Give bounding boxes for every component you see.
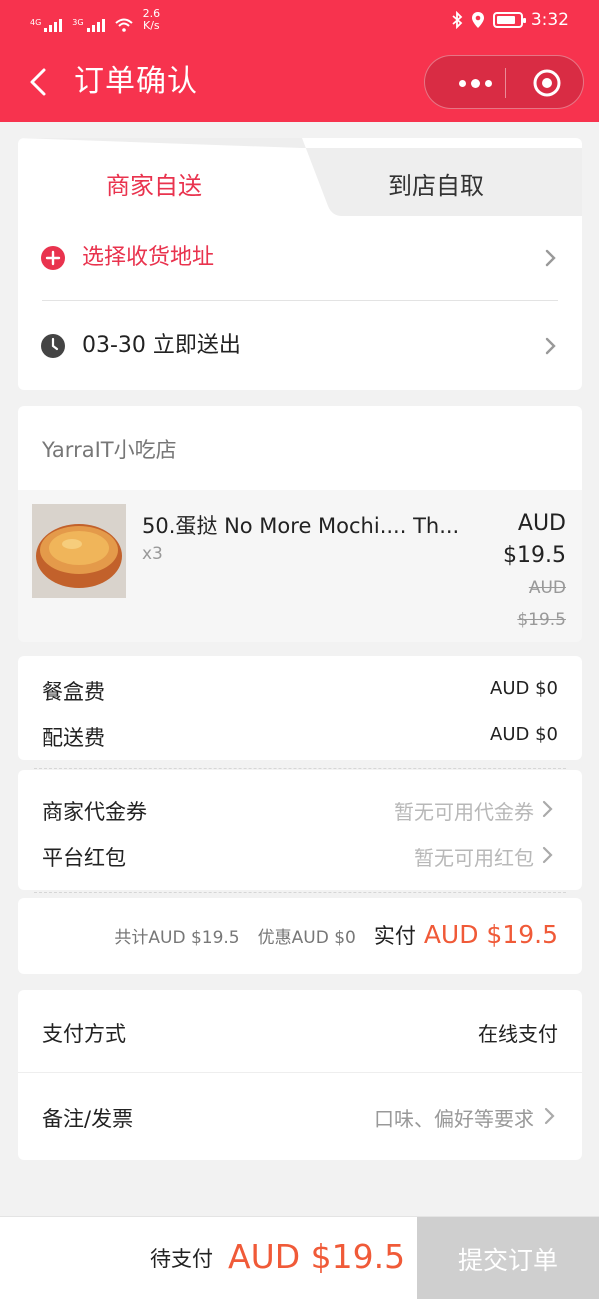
mini-program-capsule: [424, 55, 584, 109]
clock: 3:32: [530, 10, 569, 30]
totals-card: 共计AUD $19.5 优惠AUD $0 实付 AUD $19.5: [18, 898, 582, 974]
shop-card: YarraIT小吃店: [18, 406, 582, 490]
delivery-card: 商家自送 到店自取 选择收货地址 03-30 立即送出: [18, 138, 582, 390]
back-button[interactable]: [24, 64, 54, 100]
payment-method-value: 在线支付: [478, 1022, 558, 1046]
bluetooth-icon: [452, 11, 463, 29]
discount: 优惠AUD $0: [257, 928, 356, 948]
dashed-divider: [34, 768, 566, 769]
header: 4G 3G 2.6 K/s 3:32 订单确认: [0, 0, 599, 122]
shop-name: YarraIT小吃店: [42, 438, 177, 462]
pending-amount: AUD $19.5: [228, 1237, 406, 1276]
chevron-right-icon: [542, 846, 553, 864]
sim2-label: 3G: [72, 18, 84, 27]
platform-redpacket-row[interactable]: 平台红包 暂无可用红包: [42, 842, 558, 872]
total-line: 共计AUD $19.5 优惠AUD $0 实付 AUD $19.5: [114, 920, 558, 950]
nav-bar: 订单确认: [0, 52, 599, 112]
product-thumbnail: [32, 504, 126, 598]
merchant-coupon-label: 商家代金券: [42, 800, 147, 824]
box-fee-row: 餐盒费 AUD $0: [42, 676, 558, 706]
original-price-value: $19.5: [517, 610, 566, 630]
merchant-coupon-value: 暂无可用代金券: [394, 800, 534, 824]
payment-method-row[interactable]: 支付方式 在线支付: [18, 990, 582, 1072]
tab-pickup-label: 到店自取: [388, 172, 484, 200]
delivery-time-label: 03-30 立即送出: [82, 333, 241, 358]
submit-order-button[interactable]: 提交订单: [417, 1217, 599, 1299]
chevron-right-icon: [545, 249, 556, 267]
subtotal: 共计AUD $19.5: [114, 928, 240, 948]
fees-card: 餐盒费 AUD $0 配送费 AUD $0: [18, 656, 582, 760]
chevron-right-icon: [545, 337, 556, 355]
pending-label: 待支付: [150, 1247, 213, 1271]
product-quantity: x3: [142, 544, 163, 564]
capsule-divider: [505, 68, 506, 98]
page-title: 订单确认: [74, 64, 198, 99]
status-bar: 4G 3G 2.6 K/s 3:32: [0, 0, 599, 42]
merchant-coupon-row[interactable]: 商家代金券 暂无可用代金券: [42, 796, 558, 826]
delivery-time-row[interactable]: 03-30 立即送出: [18, 316, 582, 376]
chevron-right-icon: [542, 800, 553, 818]
delivery-fee-label: 配送费: [42, 726, 105, 750]
price-block: AUD $19.5 AUD $19.5: [503, 508, 566, 636]
platform-redpacket-label: 平台红包: [42, 846, 126, 870]
egg-tart-image: [32, 504, 126, 598]
coupons-card: 商家代金券 暂无可用代金券 平台红包 暂无可用红包: [18, 770, 582, 890]
clock-icon: [41, 334, 65, 358]
signal-sim1-icon: 4G: [30, 18, 63, 32]
status-right: 3:32: [451, 10, 569, 30]
platform-redpacket-value: 暂无可用红包: [414, 846, 534, 870]
net-speed: 2.6 K/s: [143, 8, 161, 32]
price-currency: AUD: [517, 511, 566, 536]
delivery-fee-value: AUD $0: [490, 724, 558, 745]
payment-method-label: 支付方式: [42, 1022, 126, 1046]
address-row[interactable]: 选择收货地址: [18, 228, 582, 288]
net-speed-unit: K/s: [143, 19, 160, 32]
close-target-icon[interactable]: [531, 67, 563, 99]
divider: [42, 300, 558, 301]
tab-delivery[interactable]: 商家自送: [18, 138, 302, 216]
address-label: 选择收货地址: [82, 245, 215, 270]
paid-value: AUD $19.5: [423, 920, 558, 949]
status-left: 4G 3G 2.6 K/s: [30, 8, 160, 32]
remark-invoice-row[interactable]: 备注/发票 口味、偏好等要求: [18, 1072, 582, 1160]
signal-sim2-icon: 3G: [72, 18, 105, 32]
price-value: $19.5: [503, 543, 566, 568]
checkout-bar: 待支付 AUD $19.5 提交订单: [0, 1216, 599, 1299]
box-fee-value: AUD $0: [490, 678, 558, 699]
box-fee-label: 餐盒费: [42, 680, 105, 704]
order-item: 50.蛋挞 No More Mochi.... Th... x3 AUD $19…: [18, 490, 582, 642]
chevron-right-icon: [544, 1107, 555, 1125]
remark-placeholder: 口味、偏好等要求: [374, 1107, 534, 1131]
paid-label: 实付: [373, 924, 416, 948]
location-icon: [471, 12, 484, 28]
battery-icon: [492, 12, 526, 28]
wifi-icon: [114, 18, 133, 32]
more-dots-icon[interactable]: [447, 66, 503, 100]
sim1-label: 4G: [30, 18, 42, 27]
add-circle-icon: [41, 246, 65, 270]
tab-delivery-label: 商家自送: [106, 172, 202, 200]
remark-label: 备注/发票: [42, 1107, 134, 1131]
delivery-fee-row: 配送费 AUD $0: [42, 722, 558, 752]
original-price-currency: AUD: [528, 578, 566, 598]
product-name: 50.蛋挞 No More Mochi.... Th...: [142, 514, 460, 538]
dashed-divider: [34, 892, 566, 893]
